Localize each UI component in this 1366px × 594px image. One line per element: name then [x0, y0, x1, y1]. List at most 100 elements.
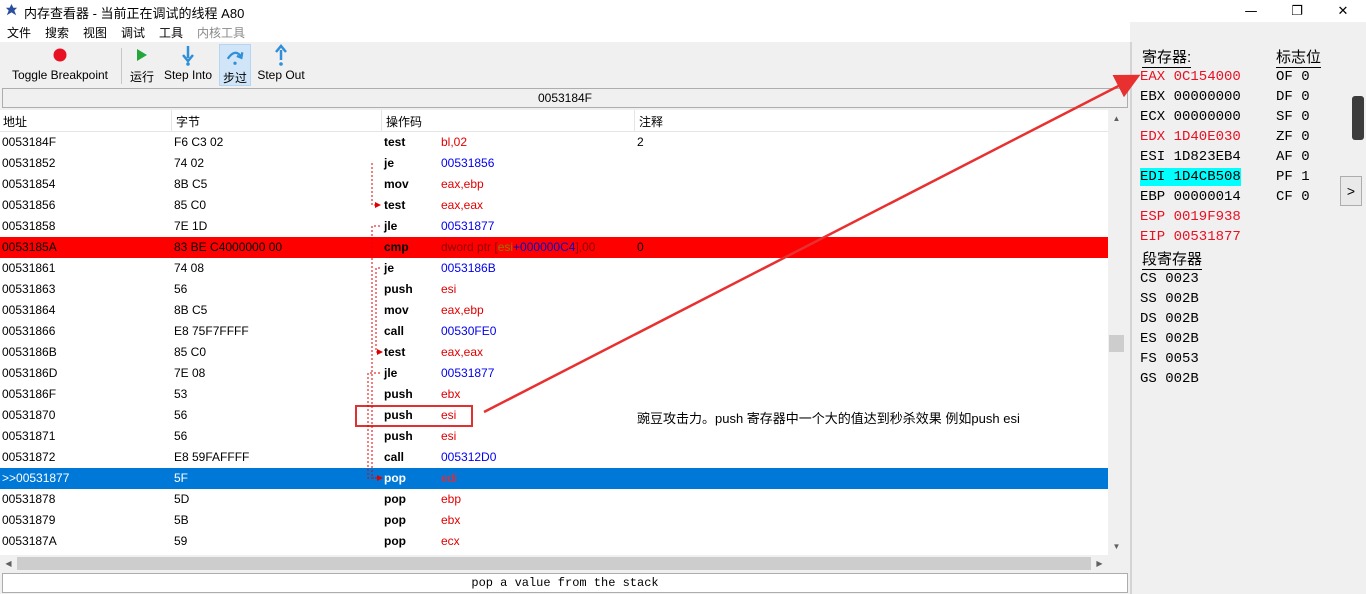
instruction-row[interactable]: 00531871 56 push esi	[0, 426, 1108, 447]
instruction-row[interactable]: 00531879 5B pop ebx	[0, 510, 1108, 531]
segment-cs[interactable]: CS 0023	[1140, 270, 1199, 288]
flag-af[interactable]: AF 0	[1276, 148, 1310, 166]
column-divider[interactable]	[171, 110, 172, 132]
flag-df[interactable]: DF 0	[1276, 88, 1310, 106]
menu-kernel-tools[interactable]: 内核工具	[197, 24, 245, 41]
register-eip[interactable]: EIP 00531877	[1140, 228, 1241, 246]
address-cell: 00531879	[2, 513, 56, 527]
bytes-cell: F6 C3 02	[174, 135, 224, 149]
segment-gs[interactable]: GS 002B	[1140, 370, 1199, 388]
operand-cell: esi	[441, 282, 457, 296]
scroll-down-arrow-icon[interactable]: ▼	[1108, 538, 1125, 555]
vertical-scrollbar[interactable]: ▲ ▼	[1108, 110, 1125, 555]
operand-offset: +000000C4	[513, 240, 576, 254]
address-cell: 00531863	[2, 282, 56, 296]
register-ebx[interactable]: EBX 00000000	[1140, 88, 1241, 106]
instruction-row[interactable]: 0053187A 59 pop ecx	[0, 531, 1108, 552]
step-out-button[interactable]: Step Out	[253, 44, 309, 86]
column-divider[interactable]	[381, 110, 382, 132]
opcode-cell: test	[384, 198, 406, 212]
instruction-row[interactable]: 0053185A 83 BE C4000000 00 cmp dword ptr [e…	[0, 237, 1108, 258]
close-button[interactable]: ✕	[1320, 0, 1366, 22]
instruction-row[interactable]: 00531854 8B C5 mov eax,ebp	[0, 174, 1108, 195]
address-cell: 00531861	[2, 261, 56, 275]
step-over-button[interactable]: 步过	[219, 44, 251, 86]
menu-file[interactable]: 文件	[7, 24, 31, 41]
horizontal-scrollbar[interactable]: ◀ ▶	[0, 555, 1108, 572]
step-out-label: Step Out	[257, 68, 305, 82]
operand-cell: ebp	[441, 492, 462, 506]
comment-cell: 0	[637, 240, 644, 254]
register-edi[interactable]: EDI 1D4CB508	[1140, 168, 1241, 186]
instruction-row[interactable]: 00531864 8B C5 mov eax,ebp	[0, 300, 1108, 321]
annotation-highlight-box	[355, 405, 473, 427]
column-address[interactable]: 地址	[3, 113, 27, 130]
current-instruction-row[interactable]: >>00531877 5F pop edi	[0, 468, 1108, 489]
operand-prefix: dword ptr [	[441, 240, 498, 254]
bytes-cell: 5D	[174, 492, 190, 506]
flags-title: 标志位	[1276, 46, 1322, 68]
segment-ss[interactable]: SS 002B	[1140, 290, 1199, 308]
register-edx[interactable]: EDX 1D40E030	[1140, 128, 1241, 146]
column-comment[interactable]: 注释	[639, 113, 663, 130]
register-eax[interactable]: EAX 0C154000	[1140, 68, 1241, 86]
register-ebp[interactable]: EBP 00000014	[1140, 188, 1241, 206]
instruction-row[interactable]: 0053186F 53 push ebx	[0, 384, 1108, 405]
minimize-button[interactable]: —	[1228, 0, 1274, 22]
step-into-label: Step Into	[163, 68, 213, 82]
operand-cell: edi	[441, 471, 458, 485]
register-esi[interactable]: ESI 1D823EB4	[1140, 148, 1241, 166]
scroll-left-arrow-icon[interactable]: ◀	[0, 555, 17, 572]
instruction-row[interactable]: 00531861 74 08 je 0053186B	[0, 258, 1108, 279]
horizontal-scroll-thumb[interactable]	[17, 557, 1091, 570]
menu-view[interactable]: 视图	[83, 24, 107, 41]
flag-zf[interactable]: ZF 0	[1276, 128, 1310, 146]
register-panel: 寄存器: 标志位 EAX 0C154000 EBX 00000000 ECX 000…	[1132, 42, 1366, 594]
instruction-row[interactable]: 00531858 7E 1D jle 00531877	[0, 216, 1108, 237]
address-cell: 0053185A	[2, 240, 57, 254]
flag-of[interactable]: OF 0	[1276, 68, 1310, 86]
opcode-cell: push	[384, 282, 413, 296]
current-address-bar[interactable]: 0053184F	[2, 88, 1128, 108]
panel-grip-handle[interactable]	[1352, 96, 1364, 140]
register-esp[interactable]: ESP 0019F938	[1140, 208, 1241, 226]
scroll-up-arrow-icon[interactable]: ▲	[1108, 110, 1125, 127]
opcode-cell: pop	[384, 492, 406, 506]
run-button[interactable]: 运行	[127, 44, 157, 86]
vertical-scroll-thumb[interactable]	[1109, 335, 1124, 352]
menu-search[interactable]: 搜索	[45, 24, 69, 41]
segment-es[interactable]: ES 002B	[1140, 330, 1199, 348]
register-ecx[interactable]: ECX 00000000	[1140, 108, 1241, 126]
instruction-row[interactable]: 0053186D 7E 08 jle 00531877	[0, 363, 1108, 384]
column-opcode[interactable]: 操作码	[386, 113, 422, 130]
disassembly-view[interactable]: 地址 字节 操作码 注释 0053184F F6 C3 02 test bl,02 2 0…	[0, 110, 1108, 555]
toggle-breakpoint-button[interactable]: Toggle Breakpoint	[4, 44, 116, 86]
flag-pf[interactable]: PF 1	[1276, 168, 1310, 186]
bytes-cell: 56	[174, 429, 188, 443]
segment-fs[interactable]: FS 0053	[1140, 350, 1199, 368]
bytes-cell: E8 75F7FFFF	[174, 324, 249, 338]
restore-button[interactable]: ❐	[1274, 0, 1320, 22]
instruction-row[interactable]: 00531852 74 02 je 00531856	[0, 153, 1108, 174]
scroll-right-arrow-icon[interactable]: ▶	[1091, 555, 1108, 572]
column-divider[interactable]	[634, 110, 635, 132]
flag-sf[interactable]: SF 0	[1276, 108, 1310, 126]
instruction-row[interactable]: 00531872 E8 59FAFFFF call 005312D0	[0, 447, 1108, 468]
bytes-cell: 59	[174, 534, 188, 548]
bytes-cell: 56	[174, 408, 188, 422]
instruction-row[interactable]: 0053186B 85 C0 test eax,eax	[0, 342, 1108, 363]
annotation-text: 豌豆攻击力。push 寄存器中一个大的值达到秒杀效果 例如push esi	[637, 411, 1020, 426]
instruction-row[interactable]: 00531866 E8 75F7FFFF call 00530FE0	[0, 321, 1108, 342]
instruction-row[interactable]: 00531863 56 push esi	[0, 279, 1108, 300]
instruction-row[interactable]: 00531856 85 C0 test eax,eax	[0, 195, 1108, 216]
step-into-button[interactable]: Step Into	[160, 44, 216, 86]
column-bytes[interactable]: 字节	[176, 113, 200, 130]
instruction-row[interactable]: 00531878 5D pop ebp	[0, 489, 1108, 510]
flag-cf[interactable]: CF 0	[1276, 188, 1310, 206]
instruction-row[interactable]: 0053184F F6 C3 02 test bl,02 2	[0, 132, 1108, 153]
instruction-description: pop a value from the stack	[2, 573, 1128, 593]
menu-debug[interactable]: 调试	[121, 24, 145, 41]
menu-tools[interactable]: 工具	[159, 24, 183, 41]
segment-ds[interactable]: DS 002B	[1140, 310, 1199, 328]
expand-panel-button[interactable]: >	[1340, 176, 1362, 206]
